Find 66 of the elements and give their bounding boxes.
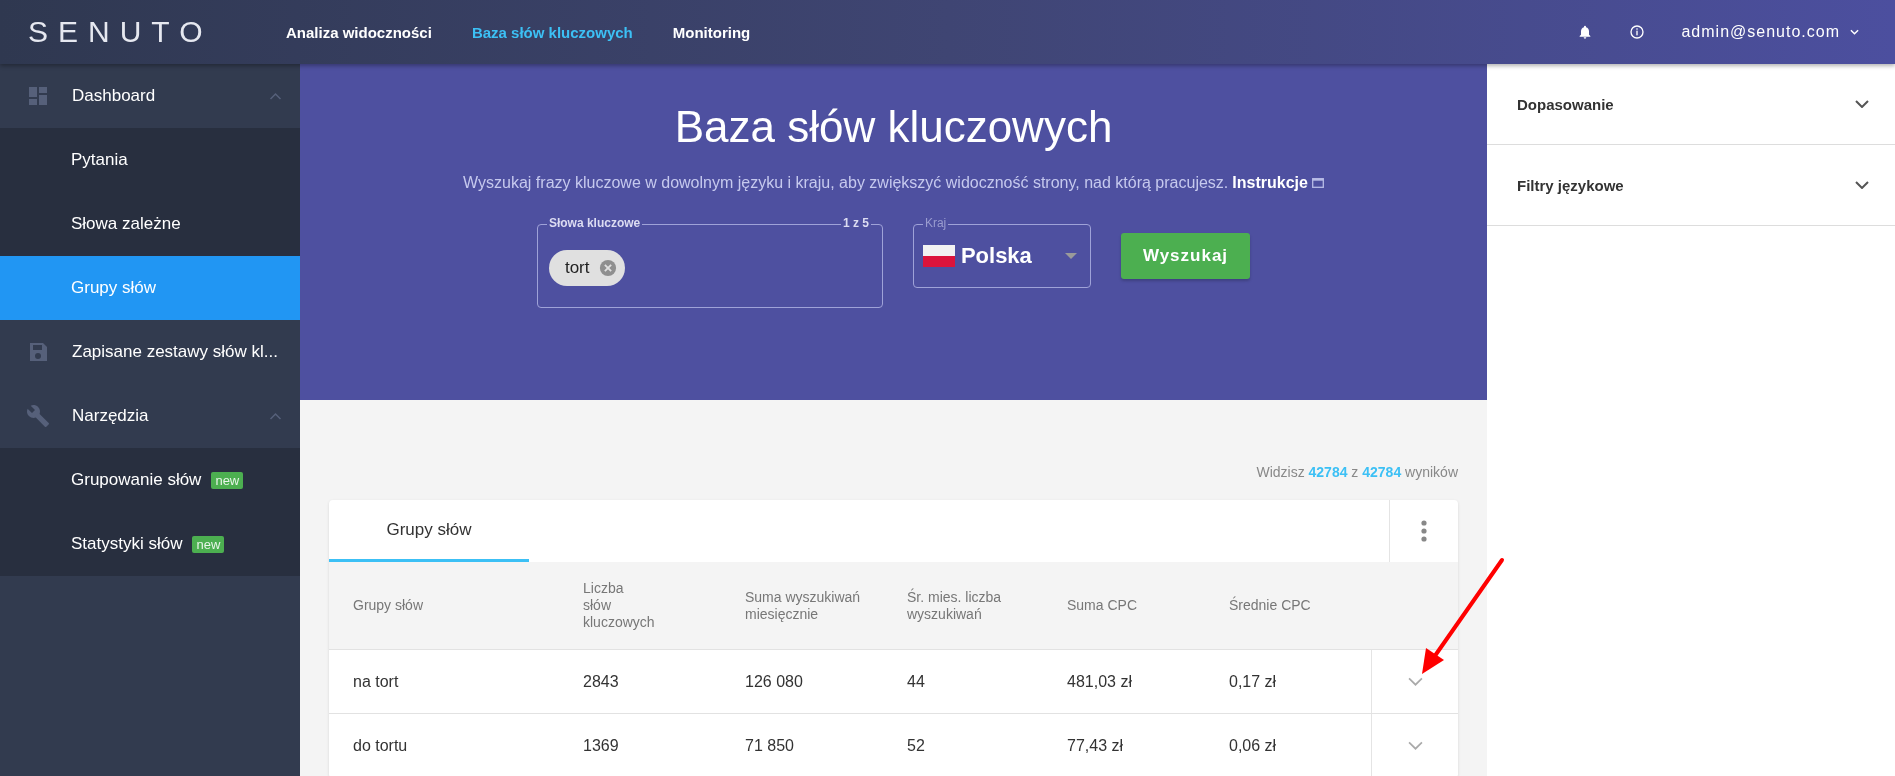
table-cell-text: 481,03 zł [1066, 672, 1133, 691]
nav-link[interactable]: Monitoring [672, 23, 751, 41]
nav-link[interactable]: Analiza widoczności [286, 23, 432, 41]
sidebar-subitem[interactable]: Pytania [0, 128, 300, 192]
field-label: Kraj [922, 216, 949, 230]
filter-section[interactable]: Filtry językowe [1487, 145, 1895, 226]
column-header: Grupy słów [352, 597, 425, 614]
new-badge: new [211, 471, 244, 489]
table-cell-text: do tortu [352, 736, 409, 755]
table-cell-text: 2843 [582, 672, 620, 691]
flag-icon [922, 245, 955, 267]
user-menu[interactable]: admin@senuto.com [1681, 23, 1859, 41]
filter-title: Dopasowanie [1517, 95, 1614, 113]
table-cell-text: 44 [906, 672, 926, 691]
country-value: Polska [960, 243, 1032, 269]
keyword-counter: 1 z 5 [840, 216, 871, 230]
instructions-link[interactable]: Instrukcje [1232, 174, 1308, 192]
sidebar-label: Dashboard [72, 86, 157, 106]
chevron-icon[interactable] [1407, 677, 1423, 686]
sidebar-label: Zapisane zestawy słów kl... [72, 342, 279, 362]
logo[interactable]: SENUTO [0, 15, 286, 49]
sidebar-item[interactable]: Dashboard [0, 64, 300, 128]
caret-icon [1850, 29, 1859, 35]
info-icon[interactable] [1629, 24, 1646, 40]
sidebar-subitem[interactable]: Grupowanie słów new [0, 448, 300, 512]
chevron-icon[interactable] [1407, 741, 1423, 750]
results-count: Widzisz 42784 z 42784 wyników [1255, 464, 1458, 480]
caret-icon [1064, 253, 1077, 259]
sidebar-item[interactable]: Narzędzia [0, 384, 300, 448]
filter-title: Filtry językowe [1517, 176, 1624, 194]
subtitle: Wyszukaj frazy kluczowe w dowolnym języku i kraju, aby zwiększyć widoczność strony, nad którą pracujesz. Instrukcje [463, 174, 1324, 192]
page-title: Baza słów kluczowych [674, 102, 1113, 152]
remove-icon[interactable] [599, 259, 618, 277]
nav-link[interactable]: Baza słów kluczowych [471, 23, 633, 41]
table-cell-text: 1369 [582, 736, 620, 755]
sidebar-label: Statystyki słów [71, 534, 183, 554]
sidebar-item[interactable]: Zapisane zestawy słów kl... [0, 320, 300, 384]
sidebar-subitem[interactable]: Statystyki słów new [0, 512, 300, 576]
filter-section[interactable]: Dopasowanie [1487, 64, 1895, 145]
field-label: Słowa kluczowe [546, 216, 643, 230]
table-cell-text: na tort [352, 672, 400, 691]
keyword-chip[interactable]: tort [548, 250, 626, 286]
sidebar-subitem[interactable]: Słowa zależne [0, 192, 300, 256]
more-icon[interactable] [1421, 520, 1427, 542]
column-header: Liczba słów kluczowych [582, 580, 656, 631]
table-cell-text: 0,06 zł [1228, 736, 1278, 755]
sidebar-label: Grupy słów [71, 278, 157, 298]
dashboard-icon [26, 84, 50, 108]
column-header: Suma CPC [1066, 597, 1139, 614]
sidebar-label: Słowa zależne [71, 214, 181, 234]
column-header: Średnie CPC [1228, 597, 1312, 614]
new-badge: new [192, 535, 225, 553]
keywords-field[interactable]: Słowa kluczowe 1 z 5 tort [536, 216, 883, 308]
table-cell-text: 0,17 zł [1228, 672, 1278, 691]
sidebar-label: Grupowanie słów [71, 470, 202, 490]
wrench-icon [26, 404, 50, 428]
column-header: Suma wyszukiwań miesięcznie [744, 588, 862, 623]
table-cell-text: 126 080 [744, 672, 804, 691]
sidebar-label: Pytania [71, 150, 128, 170]
window-icon [1311, 178, 1324, 188]
country-select[interactable]: Kraj Polska [912, 216, 1091, 288]
column-header: Śr. mies. liczba wyszukiwań [906, 588, 1003, 623]
table-cell-text: 71 850 [744, 736, 795, 755]
table-cell-text: 52 [906, 736, 926, 755]
table-cell-text: 77,43 zł [1066, 736, 1125, 755]
sidebar-label: Narzędzia [72, 406, 150, 426]
